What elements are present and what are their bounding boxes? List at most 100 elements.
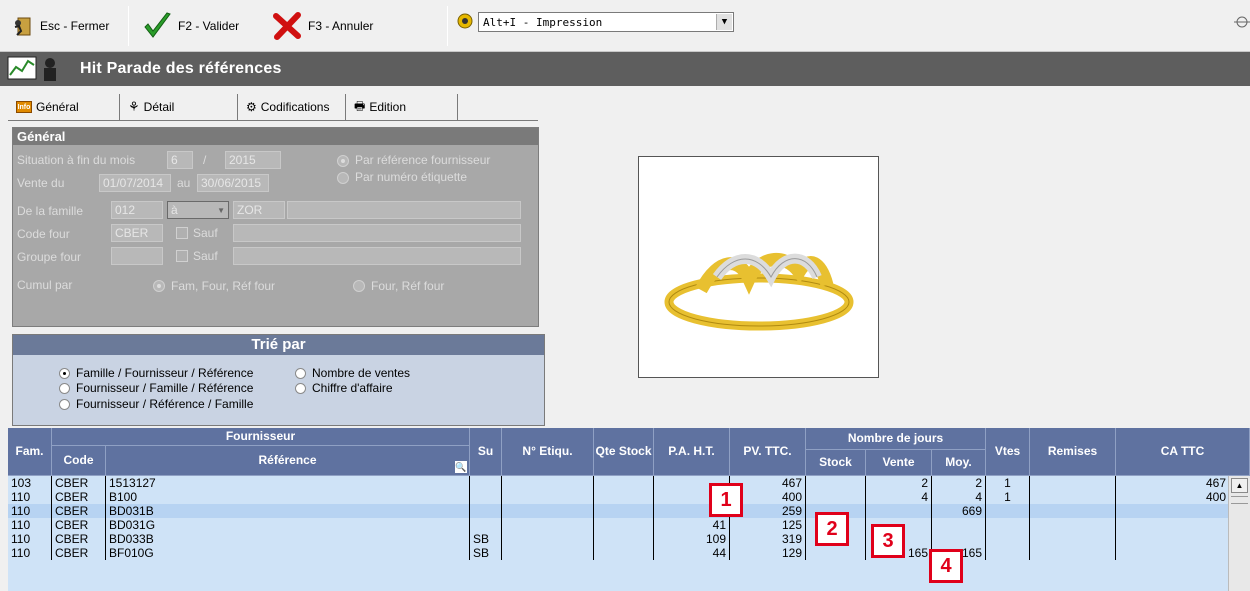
scroll-up-icon[interactable]: ▲ [1231,478,1248,493]
col-header-reference[interactable]: Référence 🔍 [106,446,470,476]
toolbar: Esc - Fermer F2 - Valider F3 - Annuler A… [0,0,1250,52]
groupe-four-sauf-label: Sauf [193,249,218,263]
cell-stock [806,490,866,504]
col-header-ca-ttc[interactable]: CA TTC [1116,428,1250,476]
cell-remises [1030,532,1116,546]
col-header-vente[interactable]: Vente [866,450,932,476]
cancel-button-label: F3 - Annuler [308,19,374,33]
col-header-stock[interactable]: Stock [806,450,866,476]
vente-to-field[interactable]: 30/06/2015 [197,174,269,192]
cell-etiq [502,546,594,560]
sort-option-nombre-ventes[interactable]: Nombre de ventes [295,366,410,380]
cell-remises [1030,504,1116,518]
sort-option-chiffre-affaire-label: Chiffre d'affaire [312,381,393,395]
code-four-field[interactable]: CBER [111,224,163,242]
cell-qte [594,476,654,490]
cumul-radio-1[interactable] [153,280,165,292]
tab-general[interactable]: Info Général [8,94,120,120]
print-combo[interactable]: Alt+I - Impression ▼ [478,12,734,32]
sort-radio-fournisseur-reference[interactable] [59,398,70,410]
table-row[interactable]: 103 CBER 1513127 467 2 2 1 467 [8,476,1230,490]
famille-from-field[interactable]: 012 [111,201,163,219]
radio-num-etiquette-label: Par numéro étiquette [355,170,468,184]
cell-remises [1030,518,1116,532]
situation-year-field[interactable]: 2015 [225,151,281,169]
cell-moy: 669 [932,504,986,518]
cell-su [470,504,502,518]
cell-moy: 4 [932,490,986,504]
table-row[interactable]: 110 CBER B100 400 4 4 1 400 [8,490,1230,504]
validate-button-label: F2 - Valider [178,19,240,33]
chevron-down-icon[interactable]: ▼ [716,14,732,30]
cell-moy [932,532,986,546]
cancel-button[interactable]: F3 - Annuler [272,8,373,44]
sort-panel: Trié par Famille / Fournisseur / Référen… [12,334,545,426]
tab-underline [8,120,538,121]
close-button-label: Esc - Fermer [40,19,110,33]
table-row[interactable]: 110 CBER BF010G SB 44 129 165 165 [8,546,1230,560]
sort-radio-famille[interactable] [59,367,70,379]
validate-button[interactable]: F2 - Valider [142,8,239,44]
col-header-etiq[interactable]: N° Etiqu. [502,428,594,476]
sort-option-fournisseur-reference-label: Fournisseur / Référence / Famille [76,397,254,411]
radio-num-etiquette[interactable] [337,172,349,184]
col-header-qte-stock[interactable]: Qte Stock [594,428,654,476]
exit-door-icon [14,17,31,36]
col-header-remises[interactable]: Remises [1030,428,1116,476]
cumul-radio-1-label: Fam, Four, Réf four [171,279,276,293]
radio-ref-fournisseur[interactable] [337,155,349,167]
col-header-fam[interactable]: Fam. [8,428,52,476]
scroll-thumb[interactable] [1231,496,1248,504]
sort-option-fournisseur-reference[interactable]: Fournisseur / Référence / Famille [59,397,253,411]
tab-detail[interactable]: ⚘ Détail [120,94,238,120]
famille-op-select[interactable]: à ▼ [167,201,229,219]
col-header-code[interactable]: Code [52,446,106,476]
close-button[interactable]: Esc - Fermer [12,8,109,44]
code-four-sauf-checkbox[interactable] [176,227,188,239]
tab-edition[interactable]: 🖶 Edition [346,94,458,120]
groupe-four-sauf-checkbox[interactable] [176,250,188,262]
cell-ref: BD031B [106,504,470,518]
sort-radio-chiffre-affaire[interactable] [295,382,306,394]
cell-fam: 110 [8,532,52,546]
situation-month-field[interactable]: 6 [167,151,193,169]
col-header-moy[interactable]: Moy. [932,450,986,476]
famille-op-value: à [171,203,178,217]
sort-radio-nombre-ventes[interactable] [295,367,306,379]
tab-edition-label: Edition [369,100,407,114]
cell-qte [594,504,654,518]
sort-option-chiffre-affaire[interactable]: Chiffre d'affaire [295,381,393,395]
table-row[interactable]: 110 CBER BD031B 259 669 [8,504,1230,518]
situation-label: Situation à fin du mois [17,153,136,167]
tab-codifications[interactable]: ⚙ Codifications [238,94,346,120]
cell-vente: 2 [866,476,932,490]
table-scrollbar[interactable]: ▲ [1228,476,1250,591]
col-header-pa-ht[interactable]: P.A. H.T. [654,428,730,476]
cumul-radio-2[interactable] [353,280,365,292]
printer-icon: 🖶 [354,98,366,113]
sort-radio-fournisseur-famille[interactable] [59,382,70,394]
cell-code: CBER [52,518,106,532]
table-row[interactable]: 110 CBER BD031G 41 125 [8,518,1230,532]
groupe-four-field[interactable] [111,247,163,265]
sort-option-fournisseur-famille[interactable]: Fournisseur / Famille / Référence [59,381,253,395]
col-header-su[interactable]: Su [470,428,502,476]
search-icon[interactable]: 🔍 [455,461,467,473]
famille-to-field[interactable]: ZOR [233,201,285,219]
sort-option-famille[interactable]: Famille / Fournisseur / Référence [59,366,253,380]
cell-code: CBER [52,532,106,546]
cell-etiq [502,476,594,490]
cell-remises [1030,490,1116,504]
tab-detail-label: Détail [143,100,175,114]
chevron-down-icon: ▼ [217,206,225,215]
ring-icon [664,252,854,331]
vente-from-field[interactable]: 01/07/2014 [99,174,171,192]
table-row[interactable]: 110 CBER BD033B SB 109 319 [8,532,1230,546]
col-header-fournisseur: Fournisseur [52,428,470,446]
col-header-vtes[interactable]: Vtes [986,428,1030,476]
col-header-pv-ttc[interactable]: PV. TTC. [730,428,806,476]
cell-etiq [502,490,594,504]
results-table: Fam. Fournisseur Code Référence 🔍 Su N° … [8,428,1250,591]
cumul-radio-2-label: Four, Réf four [371,279,445,293]
link-icon[interactable] [1234,14,1250,30]
